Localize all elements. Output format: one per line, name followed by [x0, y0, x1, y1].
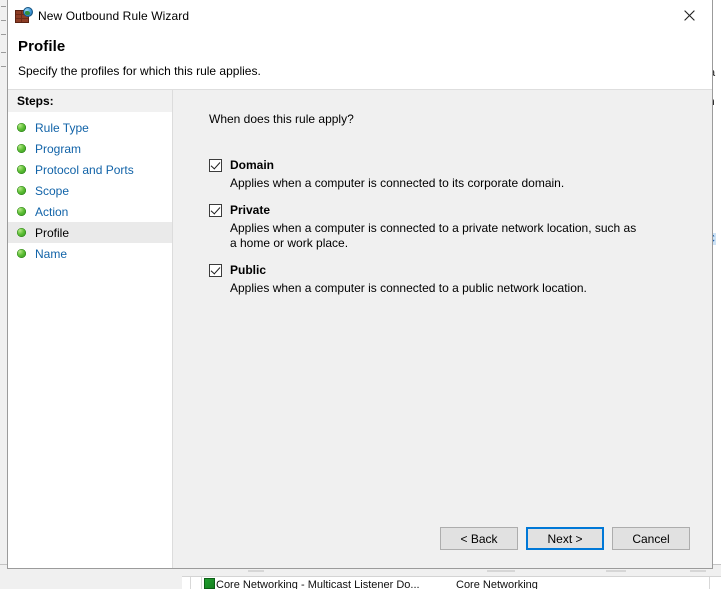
- sidebar-item-label: Rule Type: [35, 120, 89, 135]
- close-icon[interactable]: [667, 0, 712, 30]
- sidebar-item-name[interactable]: Name: [8, 243, 172, 264]
- background-rule-group: Core Networking: [456, 579, 538, 589]
- page-subtitle: Specify the profiles for which this rule…: [18, 64, 261, 78]
- sidebar-item-program[interactable]: Program: [8, 138, 172, 159]
- public-description: Applies when a computer is connected to …: [230, 281, 587, 295]
- sidebar-item-protocol-and-ports[interactable]: Protocol and Ports: [8, 159, 172, 180]
- option-private: Private Applies when a computer is conne…: [209, 203, 712, 251]
- public-label: Public: [230, 263, 267, 277]
- sidebar-item-label: Name: [35, 246, 68, 261]
- sidebar-item-action[interactable]: Action: [8, 201, 172, 222]
- profile-question: When does this rule apply?: [209, 112, 354, 126]
- sidebar-item-scope[interactable]: Scope: [8, 180, 172, 201]
- private-checkbox[interactable]: [209, 204, 222, 217]
- background-rules-row: Core Networking - Multicast Listener Do.…: [182, 576, 721, 589]
- sidebar-item-label: Scope: [35, 183, 70, 198]
- step-bullet-icon: [17, 207, 26, 216]
- step-bullet-icon: [17, 186, 26, 195]
- rule-enabled-icon: [204, 578, 215, 589]
- cancel-button[interactable]: Cancel: [612, 527, 690, 550]
- domain-checkbox[interactable]: [209, 159, 222, 172]
- sidebar-item-label: Program: [35, 141, 82, 156]
- profile-content-panel: When does this rule apply? Domain Applie…: [173, 90, 712, 568]
- dialog-footer: < Back Next > Cancel: [209, 527, 712, 568]
- title-bar: New Outbound Rule Wizard: [8, 0, 712, 32]
- step-bullet-icon: [17, 144, 26, 153]
- back-button[interactable]: < Back: [440, 527, 518, 550]
- private-label: Private: [230, 203, 271, 217]
- option-domain: Domain Applies when a computer is connec…: [209, 158, 712, 191]
- page-header: Profile Specify the profiles for which t…: [8, 32, 712, 90]
- private-checkbox-row[interactable]: Private: [209, 203, 712, 217]
- steps-sidebar: Steps: Rule Type Program Protocol and Po…: [8, 90, 173, 568]
- sidebar-item-label: Protocol and Ports: [35, 162, 134, 177]
- steps-list: Rule Type Program Protocol and Ports Sco…: [8, 112, 172, 264]
- option-public: Public Applies when a computer is connec…: [209, 263, 712, 296]
- public-checkbox-row[interactable]: Public: [209, 263, 712, 277]
- step-bullet-icon: [17, 228, 26, 237]
- public-checkbox[interactable]: [209, 264, 222, 277]
- window-title: New Outbound Rule Wizard: [38, 8, 190, 23]
- step-bullet-icon: [17, 249, 26, 258]
- sidebar-item-label: Profile: [35, 225, 70, 240]
- wizard-body: Steps: Rule Type Program Protocol and Po…: [8, 90, 712, 568]
- page-title: Profile: [18, 38, 66, 55]
- domain-label: Domain: [230, 158, 275, 172]
- profile-options-group: Domain Applies when a computer is connec…: [209, 158, 712, 308]
- step-bullet-icon: [17, 123, 26, 132]
- sidebar-item-rule-type[interactable]: Rule Type: [8, 117, 172, 138]
- windows-firewall-icon: [15, 7, 33, 24]
- private-description: Applies when a computer is connected to …: [230, 221, 637, 250]
- sidebar-item-label: Action: [35, 204, 69, 219]
- background-rule-name: Core Networking - Multicast Listener Do.…: [216, 579, 420, 589]
- next-button[interactable]: Next >: [526, 527, 604, 550]
- steps-heading: Steps:: [8, 90, 172, 112]
- domain-checkbox-row[interactable]: Domain: [209, 158, 712, 172]
- step-bullet-icon: [17, 165, 26, 174]
- domain-description: Applies when a computer is connected to …: [230, 176, 565, 190]
- new-outbound-rule-wizard-dialog: New Outbound Rule Wizard Profile Specify…: [7, 0, 713, 569]
- sidebar-item-profile[interactable]: Profile: [8, 222, 172, 243]
